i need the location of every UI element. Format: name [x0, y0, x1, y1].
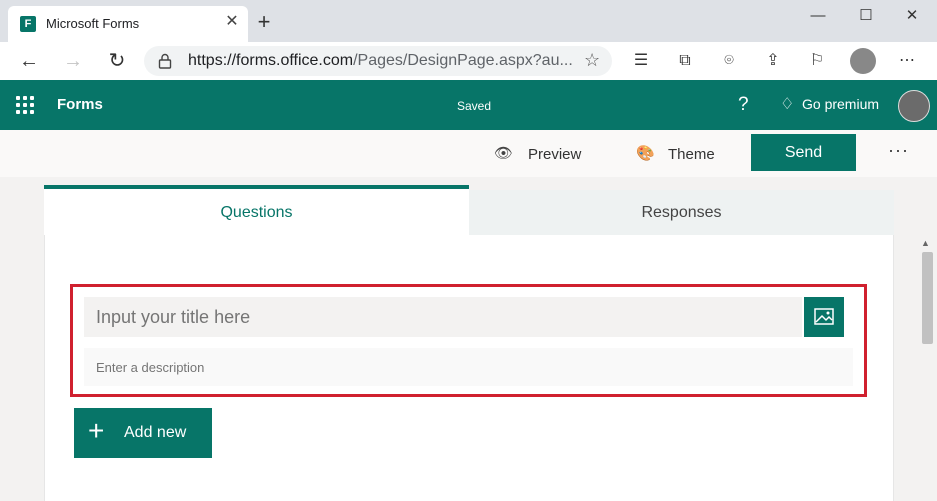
eye-icon: 👁 — [494, 145, 514, 162]
close-window-icon[interactable]: ✕ — [902, 6, 922, 26]
form-title-input[interactable] — [84, 297, 802, 337]
help-icon[interactable]: ? — [738, 94, 749, 116]
theme-button[interactable]: Theme — [668, 146, 715, 163]
new-tab-icon[interactable]: + — [254, 11, 274, 33]
command-bar: 👁 Preview 🎨 Theme Send ··· — [0, 130, 937, 177]
forms-favicon-icon: F — [20, 16, 36, 32]
address-bar[interactable]: https://forms.office.com/Pages/DesignPag… — [144, 46, 612, 76]
screenshot-icon[interactable]: ⌾ — [718, 50, 740, 72]
browser-tab-strip: F Microsoft Forms ✕ + — ☐ ✕ — [0, 0, 937, 42]
tab-responses[interactable]: Responses — [469, 190, 894, 235]
form-tabs: Questions Responses — [44, 185, 894, 235]
favorites-icon[interactable]: ☰ — [630, 50, 652, 72]
browser-tab-title: Microsoft Forms — [46, 16, 140, 31]
app-launcher-icon[interactable] — [16, 96, 34, 114]
browser-toolbar: ← → ↻ https://forms.office.com/Pages/Des… — [0, 42, 937, 81]
preview-button[interactable]: Preview — [528, 146, 581, 163]
add-new-label: Add new — [124, 424, 187, 441]
forms-app-bar: Forms Saved ? ♢ Go premium — [0, 80, 937, 130]
tab-questions[interactable]: Questions — [44, 185, 469, 235]
go-premium-link[interactable]: Go premium — [802, 96, 879, 112]
palette-icon: 🎨 — [636, 145, 655, 162]
back-icon[interactable]: ← — [16, 48, 42, 74]
refresh-icon[interactable]: ↻ — [104, 48, 130, 74]
more-options-icon[interactable]: ··· — [888, 140, 909, 161]
browser-profile-icon[interactable] — [850, 48, 876, 74]
lock-icon — [158, 53, 172, 69]
browser-more-icon[interactable]: ⋯ — [896, 50, 918, 72]
minimize-window-icon[interactable]: — — [808, 6, 828, 26]
scroll-up-arrow-icon[interactable]: ▲ — [921, 238, 930, 248]
insert-image-button[interactable] — [804, 297, 844, 337]
collections-icon[interactable]: ⧉ — [674, 50, 696, 72]
feedback-icon[interactable]: ⚐ — [806, 50, 828, 72]
close-tab-icon[interactable]: ✕ — [222, 12, 242, 32]
url-domain: https://forms.office.com — [188, 52, 354, 69]
favorite-star-icon[interactable]: ☆ — [584, 50, 600, 71]
image-icon — [814, 308, 834, 325]
send-button[interactable]: Send — [751, 134, 856, 171]
url-path: /Pages/DesignPage.aspx?au... — [353, 52, 573, 69]
scrollbar-thumb[interactable] — [922, 252, 933, 344]
url-text: https://forms.office.com/Pages/DesignPag… — [188, 52, 573, 70]
save-status: Saved — [457, 99, 492, 113]
forward-icon[interactable]: → — [60, 48, 86, 74]
maximize-window-icon[interactable]: ☐ — [856, 6, 876, 26]
share-icon[interactable]: ⇪ — [762, 50, 784, 72]
plus-icon: + — [88, 415, 105, 446]
diamond-icon: ♢ — [780, 96, 795, 113]
app-name[interactable]: Forms — [57, 96, 103, 113]
user-avatar[interactable] — [898, 90, 930, 122]
browser-tab[interactable]: F Microsoft Forms ✕ — [8, 6, 248, 42]
add-new-button[interactable]: + Add new — [74, 408, 212, 458]
form-description-input[interactable] — [84, 348, 853, 386]
